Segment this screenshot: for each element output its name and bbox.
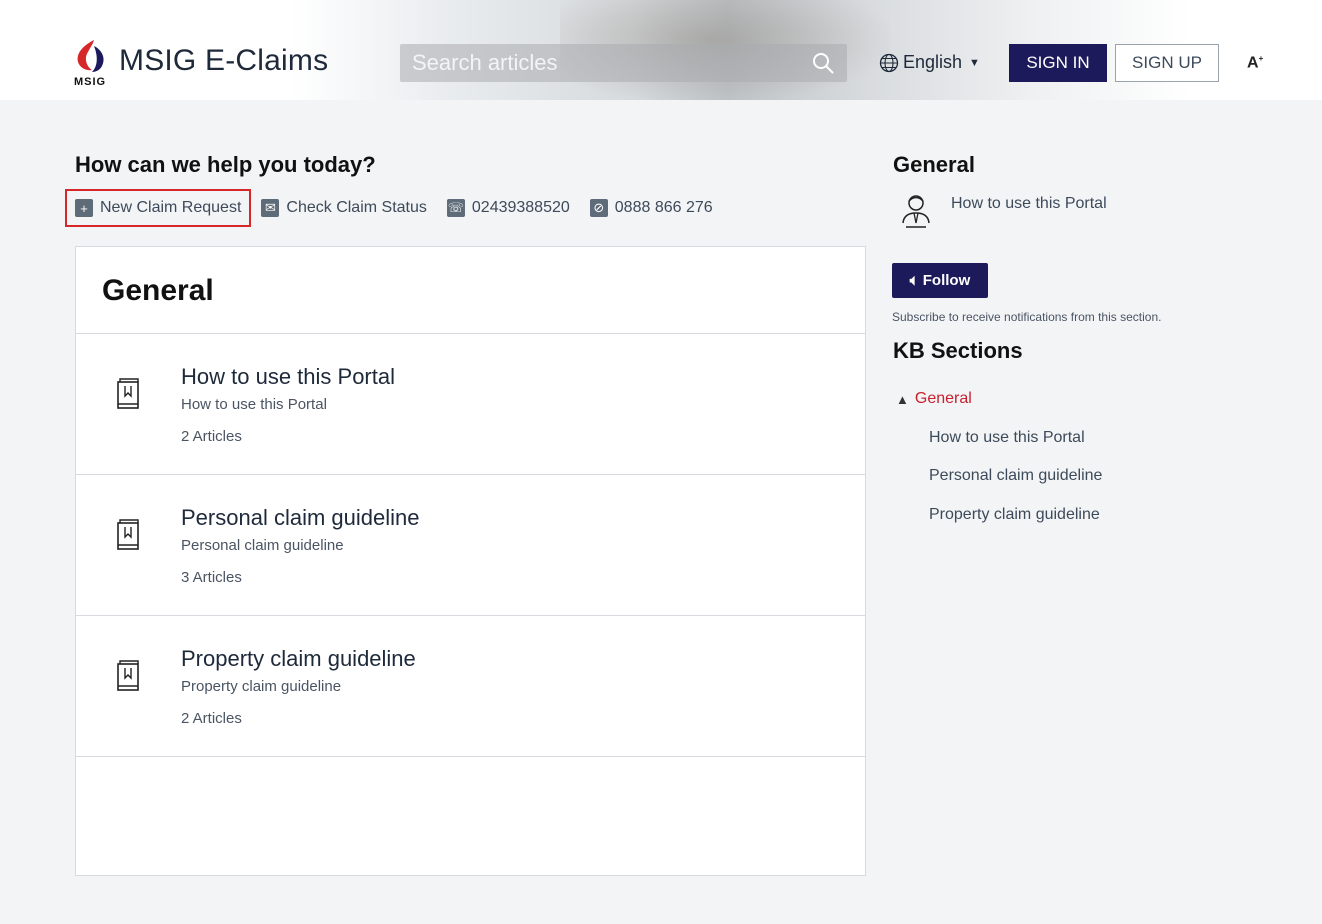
- search-box: [400, 44, 847, 82]
- sidebar-heading: General: [893, 152, 975, 177]
- search-icon[interactable]: [811, 51, 835, 75]
- panel-title: General: [76, 247, 865, 334]
- plus-icon: +: [75, 199, 93, 217]
- kb-section-general[interactable]: ▲ General: [896, 390, 972, 408]
- caret-down-icon: ▼: [969, 56, 980, 69]
- sign-in-button[interactable]: SIGN IN: [1009, 44, 1107, 82]
- sidebar-top-link[interactable]: How to use this Portal: [951, 195, 1107, 213]
- site-title[interactable]: MSIG E-Claims: [119, 44, 328, 78]
- text-size-icon[interactable]: A+: [1247, 54, 1263, 72]
- phone-link[interactable]: ☏ 02439388520: [437, 190, 580, 226]
- sign-up-button[interactable]: SIGN UP: [1115, 44, 1219, 82]
- category-article-count: 2 Articles: [181, 428, 242, 445]
- kb-item-personal-claim[interactable]: Personal claim guideline: [929, 467, 1102, 485]
- phone-number-label: 02439388520: [471, 199, 570, 216]
- category-title[interactable]: Property claim guideline: [181, 646, 416, 672]
- mobile-number-label: 0888 866 276: [614, 199, 713, 216]
- follow-button[interactable]: 🔈︎ Follow: [892, 263, 988, 298]
- category-article-count: 2 Articles: [181, 710, 242, 727]
- mobile-icon: ⊘: [589, 199, 608, 217]
- follow-label: Follow: [922, 272, 971, 289]
- chevron-up-icon[interactable]: ▲: [896, 392, 909, 407]
- category-subtitle: How to use this Portal: [181, 396, 327, 413]
- brand-small-label: MSIG: [74, 76, 107, 88]
- book-icon: [117, 519, 139, 550]
- kb-sections-heading: KB Sections: [893, 338, 1023, 363]
- mail-icon: ✉: [261, 199, 280, 217]
- search-input[interactable]: [400, 44, 824, 82]
- book-icon: [117, 378, 139, 409]
- category-title[interactable]: How to use this Portal: [181, 364, 395, 390]
- new-claim-request-link[interactable]: + New Claim Request: [65, 189, 252, 227]
- speaker-icon: 🔈︎: [909, 272, 919, 289]
- language-selector[interactable]: English ▼: [879, 52, 980, 73]
- mobile-link[interactable]: ⊘ 0888 866 276: [580, 190, 723, 226]
- category-row[interactable]: Property claim guideline Property claim …: [76, 616, 865, 757]
- category-title[interactable]: Personal claim guideline: [181, 505, 419, 531]
- phone-icon: ☏: [446, 199, 465, 217]
- subscribe-note: Subscribe to receive notifications from …: [892, 310, 1162, 324]
- kb-item-property-claim[interactable]: Property claim guideline: [929, 506, 1100, 524]
- category-article-count: 3 Articles: [181, 569, 242, 586]
- check-claim-status-label: Check Claim Status: [286, 199, 427, 216]
- category-subtitle: Personal claim guideline: [181, 537, 344, 554]
- kb-item-how-to-use[interactable]: How to use this Portal: [929, 429, 1085, 447]
- globe-icon: [879, 53, 899, 72]
- language-label: English: [903, 52, 963, 72]
- quick-links: + New Claim Request ✉ Check Claim Status…: [65, 189, 723, 227]
- category-row[interactable]: Personal claim guideline Personal claim …: [76, 475, 865, 616]
- header: MSIG MSIG E-Claims English ▼ SIGN IN SIG…: [0, 0, 1322, 100]
- person-icon: [902, 195, 930, 228]
- new-claim-request-label: New Claim Request: [100, 199, 242, 216]
- kb-section-general-label: General: [914, 390, 972, 407]
- category-row[interactable]: How to use this Portal How to use this P…: [76, 334, 865, 475]
- check-claim-status-link[interactable]: ✉ Check Claim Status: [251, 190, 437, 226]
- book-icon: [117, 660, 139, 691]
- category-panel: General How to use this Portal How to us…: [75, 246, 866, 876]
- category-subtitle: Property claim guideline: [181, 678, 342, 695]
- help-heading: How can we help you today?: [75, 152, 376, 177]
